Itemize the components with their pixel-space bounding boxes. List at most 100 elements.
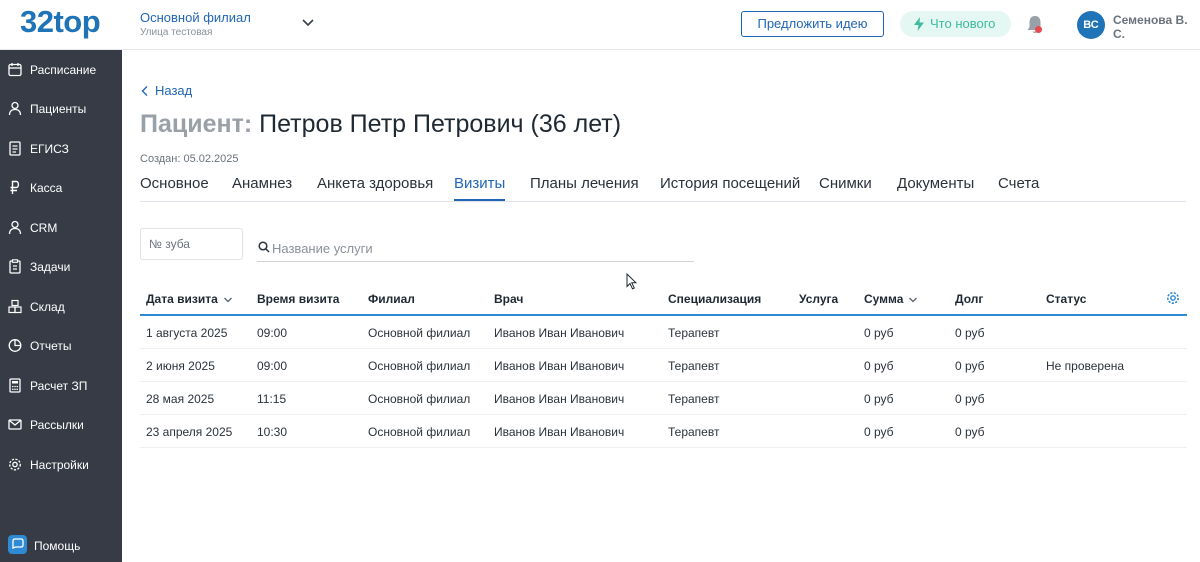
table-row[interactable]: 2 июня 2025 09:00 Основной филиал Иванов… xyxy=(140,349,1187,382)
cell-branch: Основной филиал xyxy=(368,392,471,406)
table-row[interactable]: 1 августа 2025 09:00 Основной филиал Ива… xyxy=(140,316,1187,349)
sidebar-item-label: Склад xyxy=(30,300,65,314)
cell-visit-time: 11:15 xyxy=(257,392,287,406)
chevron-down-icon xyxy=(909,297,918,303)
notification-dot xyxy=(1035,26,1042,33)
sidebar: Расписание Пациенты ЕГИСЗ Касса CRM Зада… xyxy=(0,50,122,562)
sidebar-item-label: Задачи xyxy=(30,260,71,274)
settings-gear-icon[interactable] xyxy=(1166,291,1180,305)
cell-visit-date: 28 мая 2025 xyxy=(146,392,215,406)
sidebar-item-label: Настройки xyxy=(30,458,89,472)
cell-visit-time: 10:30 xyxy=(257,425,288,439)
cell-visit-date: 1 августа 2025 xyxy=(146,326,228,340)
patient-tabs: Основное Анамнез Анкета здоровья Визиты … xyxy=(140,172,1186,202)
cell-debt: 0 руб xyxy=(955,392,985,406)
sidebar-item-cashbox[interactable]: Касса xyxy=(0,173,122,203)
user-name[interactable]: Семенова В. С. xyxy=(1113,13,1200,41)
chevron-down-icon[interactable] xyxy=(300,14,316,30)
sidebar-item-reports[interactable]: Отчеты xyxy=(0,331,122,361)
bell-icon[interactable] xyxy=(1026,15,1044,35)
cell-status: Не проверена xyxy=(1046,359,1125,373)
sidebar-item-payroll[interactable]: Расчет ЗП xyxy=(0,371,122,401)
sidebar-item-egisz[interactable]: ЕГИСЗ xyxy=(0,134,122,164)
column-debt[interactable]: Долг xyxy=(955,292,983,306)
service-search xyxy=(257,236,694,262)
cell-debt: 0 руб xyxy=(955,326,985,340)
tab-health-questionnaire[interactable]: Анкета здоровья xyxy=(317,175,433,192)
sidebar-item-label: Расчет ЗП xyxy=(30,379,88,393)
tab-treatment-plans[interactable]: Планы лечения xyxy=(530,175,639,192)
table-row[interactable]: 23 апреля 2025 10:30 Основной филиал Ива… xyxy=(140,415,1187,448)
cell-amount: 0 руб xyxy=(864,359,894,373)
whats-new-button[interactable]: Что нового xyxy=(900,11,1011,37)
sidebar-item-crm[interactable]: CRM xyxy=(0,213,122,243)
cell-branch: Основной филиал xyxy=(368,326,471,340)
whats-new-label: Что нового xyxy=(930,16,996,31)
calendar-icon xyxy=(8,63,22,77)
visits-table: Дата визита Время визита Филиал Врач Спе… xyxy=(140,284,1187,448)
sidebar-item-label: Рассылки xyxy=(30,418,84,432)
cell-doctor: Иванов Иван Иванович xyxy=(494,326,625,340)
clipboard-icon xyxy=(9,259,21,274)
column-visit-time[interactable]: Время визита xyxy=(257,292,339,306)
table-row[interactable]: 28 мая 2025 11:15 Основной филиал Иванов… xyxy=(140,382,1187,415)
cell-amount: 0 руб xyxy=(864,425,894,439)
service-search-input[interactable] xyxy=(272,238,682,258)
sidebar-item-settings[interactable]: Настройки xyxy=(0,450,122,480)
sidebar-item-tasks[interactable]: Задачи xyxy=(0,252,122,282)
tooth-number-input[interactable] xyxy=(140,228,243,260)
cell-doctor: Иванов Иван Иванович xyxy=(494,392,625,406)
top-bar: 32top Основной филиал Улица тестовая Пре… xyxy=(0,0,1200,50)
tab-main[interactable]: Основное xyxy=(140,175,209,192)
help-label: Помощь xyxy=(34,539,81,553)
search-icon xyxy=(258,241,270,253)
user-icon xyxy=(8,101,22,116)
column-label: Сумма xyxy=(864,292,904,306)
cell-specialization: Терапевт xyxy=(668,425,720,439)
back-label: Назад xyxy=(155,83,193,98)
cell-doctor: Иванов Иван Иванович xyxy=(494,359,625,373)
sidebar-item-mailings[interactable]: Рассылки xyxy=(0,410,122,440)
column-branch[interactable]: Филиал xyxy=(368,292,415,306)
tab-invoices[interactable]: Счета xyxy=(998,175,1039,192)
cell-amount: 0 руб xyxy=(864,326,894,340)
calculator-icon xyxy=(9,378,21,393)
sidebar-item-schedule[interactable]: Расписание xyxy=(0,55,122,85)
column-amount[interactable]: Сумма xyxy=(864,292,918,306)
tab-images[interactable]: Снимки xyxy=(819,175,872,192)
back-link[interactable]: Назад xyxy=(141,83,192,98)
mail-icon xyxy=(8,419,22,430)
gear-icon xyxy=(9,458,21,471)
avatar[interactable]: ВС xyxy=(1077,11,1105,39)
branch-name: Основной филиал xyxy=(140,10,251,25)
sidebar-item-warehouse[interactable]: Склад xyxy=(0,292,122,322)
column-status[interactable]: Статус xyxy=(1046,292,1086,306)
column-specialization[interactable]: Специализация xyxy=(668,292,761,306)
cell-branch: Основной филиал xyxy=(368,425,471,439)
sidebar-item-patients[interactable]: Пациенты xyxy=(0,94,122,124)
sidebar-item-label: Отчеты xyxy=(30,339,72,353)
tab-documents[interactable]: Документы xyxy=(897,175,974,192)
chevron-down-icon xyxy=(223,297,232,303)
column-doctor[interactable]: Врач xyxy=(494,292,523,306)
cell-debt: 0 руб xyxy=(955,425,985,439)
tab-visit-history[interactable]: История посещений xyxy=(660,175,800,192)
column-service[interactable]: Услуга xyxy=(799,292,838,306)
boxes-icon xyxy=(8,299,22,314)
sidebar-item-label: ЕГИСЗ xyxy=(30,142,69,156)
cell-visit-date: 23 апреля 2025 xyxy=(146,425,233,439)
cell-branch: Основной филиал xyxy=(368,359,471,373)
tab-anamnesis[interactable]: Анамнез xyxy=(232,175,292,192)
pie-chart-icon xyxy=(8,339,22,352)
branch-selector[interactable]: Основной филиал Улица тестовая xyxy=(140,10,251,38)
cell-specialization: Терапевт xyxy=(668,326,720,340)
sidebar-item-label: Расписание xyxy=(30,63,97,77)
cell-visit-date: 2 июня 2025 xyxy=(146,359,215,373)
sidebar-item-label: CRM xyxy=(30,221,58,235)
cell-debt: 0 руб xyxy=(955,359,985,373)
logo[interactable]: 32top xyxy=(20,4,101,40)
column-visit-date[interactable]: Дата визита xyxy=(146,292,233,306)
tab-visits[interactable]: Визиты xyxy=(454,175,506,201)
suggest-idea-button[interactable]: Предложить идею xyxy=(741,11,884,37)
created-date: Создан: 05.02.2025 xyxy=(140,153,239,165)
